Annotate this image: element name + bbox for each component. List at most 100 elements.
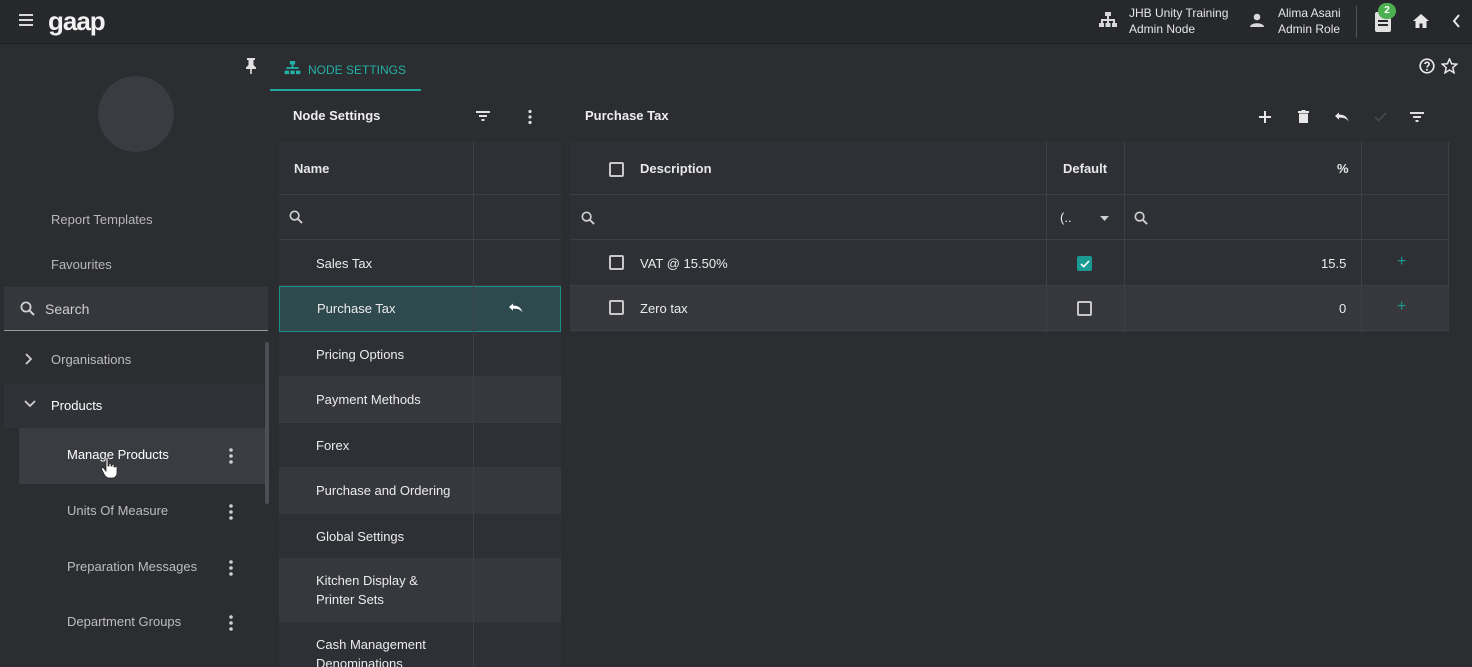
list-item-label: Payment Methods (316, 392, 421, 407)
sidebar-item-preparation-messages[interactable]: Preparation Messages (19, 540, 267, 596)
row-percent: 15.5 (1321, 256, 1347, 271)
top-divider (1356, 6, 1357, 38)
user-info[interactable]: Alima Asani Admin Role (1278, 5, 1341, 37)
check-icon (1080, 260, 1090, 268)
tab-node-settings[interactable]: NODE SETTINGS (270, 44, 421, 91)
sidebar-item-label: Manage Products (67, 447, 169, 462)
column-header-percent[interactable]: % (1337, 161, 1349, 176)
tree-item-label: Products (51, 398, 103, 413)
list-item-selected[interactable]: Purchase Tax (279, 286, 561, 332)
chevron-left-icon[interactable] (1452, 14, 1461, 28)
filter-icon[interactable] (1410, 112, 1424, 122)
list-item[interactable]: Cash Management Denominations (279, 622, 561, 667)
filter-row: (.. (570, 195, 1449, 240)
name-filter-row[interactable] (279, 195, 561, 240)
check-icon[interactable] (1374, 112, 1387, 122)
sidebar-item-manage-products[interactable]: Manage Products (19, 428, 267, 484)
star-icon[interactable] (1441, 58, 1458, 74)
list-item-label: Kitchen Display & Printer Sets (316, 573, 418, 607)
top-bar: gaap JHB Unity Training Admin Node Alima… (0, 0, 1472, 44)
list-item[interactable]: Purchase and Ordering (279, 468, 561, 514)
list-item-label: Purchase and Ordering (316, 483, 451, 498)
column-header-name[interactable]: Name (294, 161, 329, 176)
hierarchy-icon (284, 61, 301, 75)
list-item[interactable]: Kitchen Display & Printer Sets (279, 559, 561, 622)
caret-down-icon[interactable] (1100, 216, 1109, 221)
column-header-default[interactable]: Default (1063, 161, 1107, 176)
list-item-label: Cash Management Denominations (316, 637, 426, 667)
home-icon[interactable] (1413, 14, 1429, 28)
default-checkbox-checked[interactable] (1077, 256, 1092, 271)
search-icon (289, 210, 303, 224)
table-row[interactable]: VAT @ 15.50% 15.5 + (570, 241, 1449, 286)
add-row-plus-icon[interactable]: + (1397, 298, 1406, 316)
plus-icon[interactable] (1259, 111, 1271, 123)
purchase-tax-grid: Description Default % (.. VAT @ 15.50% 1… (570, 142, 1449, 332)
list-item[interactable]: Pricing Options (279, 332, 561, 377)
list-item-label: Purchase Tax (317, 301, 396, 316)
search-label: Search (45, 301, 90, 317)
column-divider (473, 142, 474, 667)
hierarchy-icon (1099, 12, 1117, 27)
row-description: Zero tax (640, 301, 688, 316)
more-vertical-icon[interactable] (227, 447, 235, 465)
app-logo[interactable]: gaap (48, 6, 106, 37)
node-settings-grid: Name Sales Tax Purchase Tax Pricing Opti… (279, 142, 561, 667)
tab-label: NODE SETTINGS (308, 63, 407, 77)
sidebar-item-department-groups[interactable]: Department Groups (19, 595, 267, 651)
sidebar-scrollbar[interactable] (265, 342, 269, 504)
help-icon[interactable] (1419, 58, 1435, 74)
more-vertical-icon[interactable] (526, 109, 534, 125)
sidebar-link-favourites[interactable]: Favourites (51, 257, 112, 272)
tree-item-organisations[interactable]: Organisations (4, 338, 264, 382)
column-divider (1361, 142, 1362, 332)
default-filter-select[interactable]: (.. (1060, 210, 1072, 225)
list-item-label: Pricing Options (316, 347, 405, 362)
list-item[interactable]: Forex (279, 423, 561, 468)
more-vertical-icon[interactable] (227, 503, 235, 521)
more-vertical-icon[interactable] (227, 559, 235, 577)
user-role: Admin Role (1278, 22, 1341, 36)
organisation-logo (98, 76, 174, 152)
notification-badge: 2 (1378, 3, 1396, 19)
add-row-plus-icon[interactable]: + (1397, 253, 1406, 271)
row-checkbox[interactable] (609, 255, 624, 270)
search-icon[interactable] (1134, 211, 1148, 225)
list-item-label: Forex (316, 438, 350, 453)
undo-icon[interactable] (1334, 112, 1349, 122)
list-item[interactable]: Global Settings (279, 514, 561, 559)
chevron-down-icon (24, 400, 36, 408)
sidebar-item-label: Department Groups (67, 614, 182, 629)
search-icon[interactable] (581, 211, 595, 225)
column-divider (1124, 142, 1125, 332)
search-icon (20, 301, 35, 316)
trash-icon[interactable] (1298, 110, 1309, 123)
list-item[interactable]: Payment Methods (279, 377, 561, 423)
default-checkbox[interactable] (1077, 301, 1092, 316)
hand-cursor-icon (101, 457, 117, 479)
user-icon (1250, 13, 1264, 27)
table-row[interactable]: Zero tax 0 + (570, 286, 1449, 331)
sidebar-search[interactable]: Search (4, 287, 268, 331)
user-name: Alima Asani (1278, 6, 1341, 20)
list-item[interactable]: Sales Tax (279, 241, 561, 286)
chevron-right-icon (25, 353, 33, 365)
sidebar-item-label: Preparation Messages (67, 559, 198, 574)
undo-icon[interactable] (508, 303, 523, 313)
list-item-label: Global Settings (316, 529, 405, 544)
column-header-description[interactable]: Description (640, 161, 712, 176)
grid-header: Description Default % (570, 142, 1449, 195)
pin-icon[interactable] (245, 58, 257, 74)
node-info[interactable]: JHB Unity Training Admin Node (1129, 5, 1228, 37)
filter-icon[interactable] (476, 111, 490, 121)
tree-item-products[interactable]: Products (4, 384, 264, 428)
hamburger-menu-icon[interactable] (19, 14, 33, 26)
sidebar-item-units-of-measure[interactable]: Units Of Measure (19, 484, 267, 540)
row-checkbox[interactable] (609, 300, 624, 315)
sidebar: Report Templates Favourites Search Organ… (0, 44, 270, 667)
grid-header: Name (279, 142, 561, 195)
more-vertical-icon[interactable] (227, 614, 235, 632)
sidebar-link-report-templates[interactable]: Report Templates (51, 212, 153, 227)
select-all-checkbox[interactable] (609, 162, 624, 177)
tree-item-label: Organisations (51, 352, 132, 367)
